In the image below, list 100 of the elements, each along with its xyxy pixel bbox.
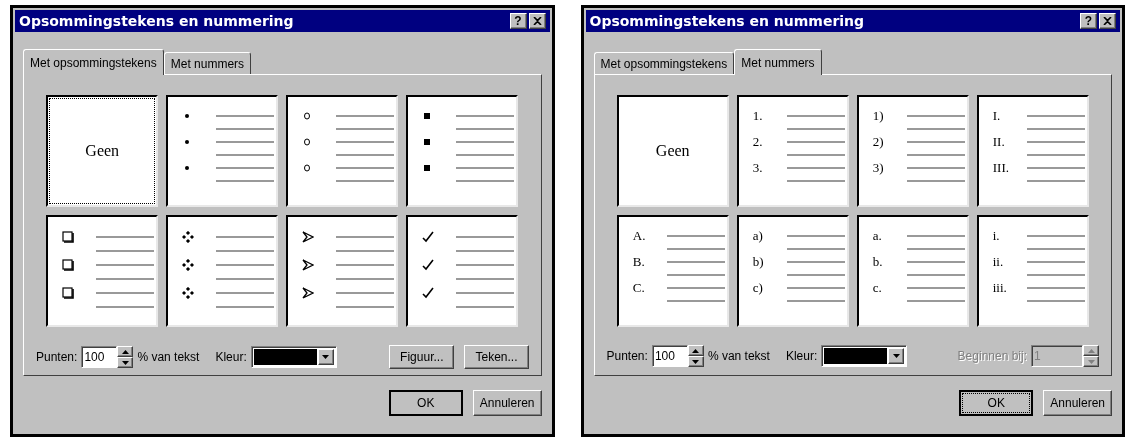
text-line [456, 154, 515, 156]
text-line [336, 236, 395, 238]
text-line [1026, 300, 1085, 302]
text-line [96, 292, 155, 294]
text-line [336, 264, 395, 266]
checkbox-bullet-icon [62, 231, 75, 243]
text-line [786, 115, 845, 117]
text-line [336, 180, 395, 182]
text-line [216, 250, 275, 252]
text-line [906, 141, 965, 143]
points-field[interactable]: 100 [651, 345, 688, 367]
square-bullet-icon [422, 111, 433, 121]
list-style-option[interactable] [286, 215, 399, 327]
down-arrow-icon [1087, 359, 1095, 364]
checkbox-bullet-icon [62, 259, 75, 271]
list-style-option[interactable]: Geen [616, 95, 729, 207]
tab[interactable]: Met opsommingstekens [593, 52, 735, 74]
text-line [1026, 274, 1085, 276]
text-line [906, 115, 965, 117]
title-bar: Opsommingstekens en nummering ? [15, 10, 550, 32]
text-line [906, 300, 965, 302]
list-style-option[interactable]: a. b. c. [856, 215, 969, 327]
text-line [336, 292, 395, 294]
list-style-option[interactable]: Geen [46, 95, 159, 207]
list-style-option[interactable]: A. B. C. [616, 215, 729, 327]
list-marker: c) [752, 283, 763, 293]
text-line [1026, 248, 1085, 250]
arrowhead-bullet-icon [302, 287, 315, 299]
color-dropdown[interactable] [250, 346, 337, 368]
text-line [216, 264, 275, 266]
dialog-button[interactable]: OK [388, 390, 463, 416]
down-arrow-icon [121, 360, 129, 365]
list-marker: 3. [752, 163, 763, 173]
tab[interactable]: Met nummers [163, 52, 252, 74]
spin-buttons[interactable] [687, 345, 704, 367]
list-style-option[interactable] [406, 215, 519, 327]
text-line [216, 236, 275, 238]
text-line [1026, 235, 1085, 237]
text-line [906, 287, 965, 289]
dialog-button[interactable]: OK [959, 390, 1034, 416]
list-marker: c. [872, 283, 882, 293]
text-line [906, 235, 965, 237]
close-button[interactable] [528, 13, 546, 29]
diamond-bullet-icon [182, 259, 195, 271]
square-bullet-icon [422, 137, 433, 147]
help-button[interactable]: ? [509, 13, 527, 29]
dialog-button[interactable]: Annuleren [1043, 390, 1112, 416]
list-style-option[interactable]: i. ii. iii. [976, 215, 1089, 327]
spin-buttons[interactable] [1083, 345, 1099, 367]
spin-buttons[interactable] [117, 346, 134, 368]
text-line [336, 250, 395, 252]
tab[interactable]: Met nummers [734, 49, 822, 75]
diamond-bullet-icon [182, 231, 195, 243]
action-button[interactable]: Figuur... [389, 345, 455, 369]
field-label: Punten: [606, 348, 648, 365]
text-line [1026, 167, 1085, 169]
text-line [1026, 180, 1085, 182]
list-marker: iii. [992, 283, 1007, 293]
text-line [96, 278, 155, 280]
list-style-option[interactable]: 1. 2. 3. [736, 95, 849, 207]
list-style-option[interactable]: 1) 2) 3) [856, 95, 969, 207]
text-line [786, 248, 845, 250]
checkmark-bullet-icon [422, 259, 435, 271]
field-label: Kleur: [785, 348, 818, 365]
text-line [336, 115, 395, 117]
text-line [456, 167, 515, 169]
list-marker: II. [992, 137, 1005, 147]
arrowhead-bullet-icon [302, 259, 315, 271]
color-dropdown[interactable] [821, 345, 908, 367]
text-line [786, 300, 845, 302]
text-line [906, 180, 965, 182]
dropdown-arrow-icon [322, 355, 330, 359]
text-line [456, 250, 515, 252]
text-line [456, 180, 515, 182]
help-button[interactable]: ? [1080, 13, 1097, 29]
list-marker: b. [872, 257, 883, 267]
text-line [336, 278, 395, 280]
text-line [906, 248, 965, 250]
text-line [456, 278, 515, 280]
dropdown-arrow-icon [892, 354, 900, 358]
list-style-option[interactable] [46, 215, 159, 327]
title-bar: Opsommingstekens en nummering ? [585, 10, 1120, 32]
action-button[interactable]: Teken... [464, 345, 529, 369]
list-marker: B. [632, 257, 645, 267]
list-style-option[interactable] [166, 215, 279, 327]
list-style-option[interactable] [406, 95, 519, 207]
list-style-option[interactable]: I. II. III. [976, 95, 1089, 207]
dialog-button[interactable]: Annuleren [472, 390, 542, 416]
list-style-option[interactable] [166, 95, 279, 207]
arrowhead-bullet-icon [302, 231, 315, 243]
list-marker: III. [992, 163, 1009, 173]
circle-bullet-icon [302, 111, 313, 121]
text-line [666, 261, 725, 263]
close-button[interactable] [1099, 13, 1116, 29]
list-style-option[interactable] [286, 95, 399, 207]
tab[interactable]: Met opsommingstekens [23, 49, 164, 75]
text-line [216, 154, 275, 156]
list-marker: I. [992, 111, 1001, 121]
list-style-option[interactable]: a) b) c) [736, 215, 849, 327]
points-field[interactable]: 100 [81, 346, 118, 368]
